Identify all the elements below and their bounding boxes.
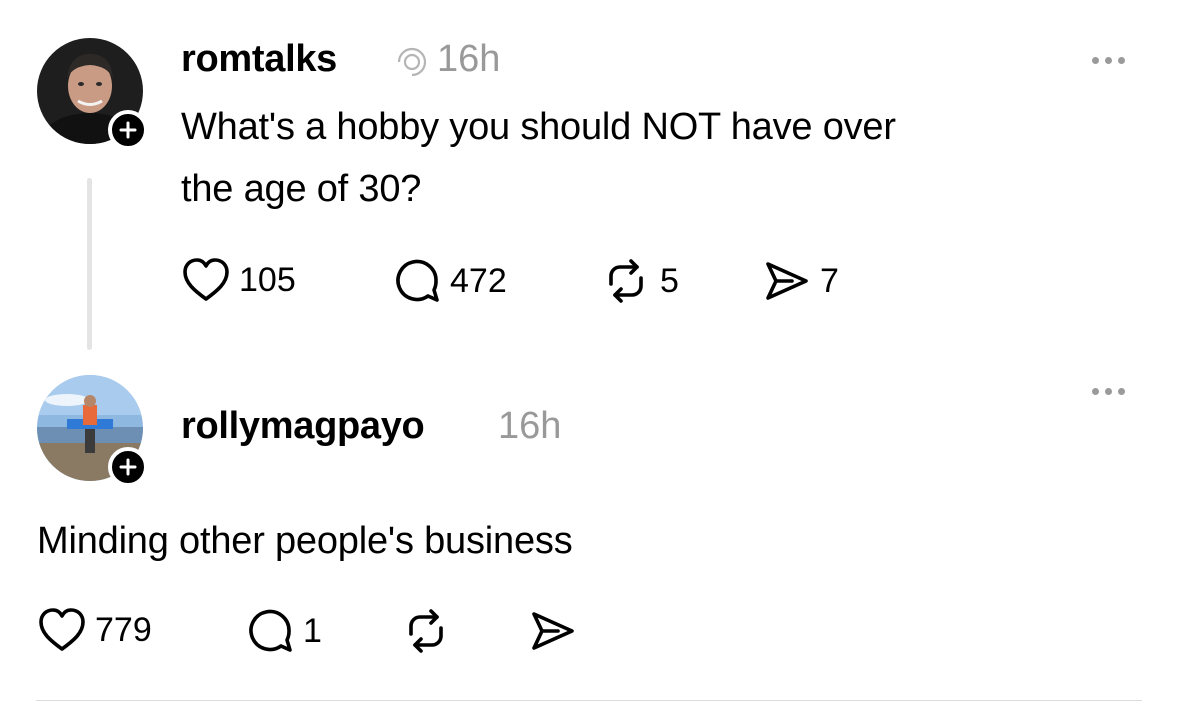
post-more-button[interactable] <box>1092 57 1125 64</box>
like-button[interactable]: 105 <box>181 256 296 304</box>
reply-like-button[interactable]: 779 <box>37 606 152 654</box>
repost-count: 5 <box>660 261 679 300</box>
comment-bubble-icon <box>396 259 439 302</box>
post-timestamp: 16h <box>437 38 501 80</box>
divider <box>36 700 1142 701</box>
reply-follow-button[interactable] <box>108 447 148 487</box>
reply-username[interactable]: rollymagpayo <box>181 405 425 448</box>
like-count: 105 <box>239 260 296 299</box>
send-icon <box>766 262 808 300</box>
repost-icon <box>609 259 643 303</box>
reply-like-count: 779 <box>95 610 152 649</box>
post-text: What's a hobby you should NOT have over … <box>181 96 896 220</box>
follow-button[interactable] <box>108 110 148 150</box>
reply-more-button[interactable] <box>1092 388 1125 395</box>
heart-icon <box>39 608 85 651</box>
thread-line <box>87 178 92 350</box>
reply-reply-count: 1 <box>303 611 322 650</box>
reply-count: 472 <box>450 261 507 300</box>
send-icon <box>532 612 574 650</box>
plus-icon <box>119 458 137 476</box>
reply-timestamp: 16h <box>498 405 562 447</box>
post-username[interactable]: romtalks <box>181 38 337 81</box>
share-button[interactable]: 7 <box>762 256 839 306</box>
reply-reply-button[interactable]: 1 <box>245 606 322 656</box>
reply-button[interactable]: 472 <box>392 256 507 306</box>
post-text-line-1: What's a hobby you should NOT have over <box>181 106 896 148</box>
reply-text: Minding other people's business <box>37 520 573 562</box>
repost-icon <box>409 609 443 653</box>
repost-button[interactable]: 5 <box>600 256 679 306</box>
comment-bubble-icon <box>249 609 292 652</box>
heart-icon <box>183 258 229 301</box>
threads-verified-icon <box>397 47 427 77</box>
post-text-line-2: the age of 30? <box>181 168 422 210</box>
reply-share-button[interactable] <box>528 606 578 656</box>
reply-repost-button[interactable] <box>400 606 452 656</box>
plus-icon <box>119 121 137 139</box>
share-count: 7 <box>820 261 839 300</box>
